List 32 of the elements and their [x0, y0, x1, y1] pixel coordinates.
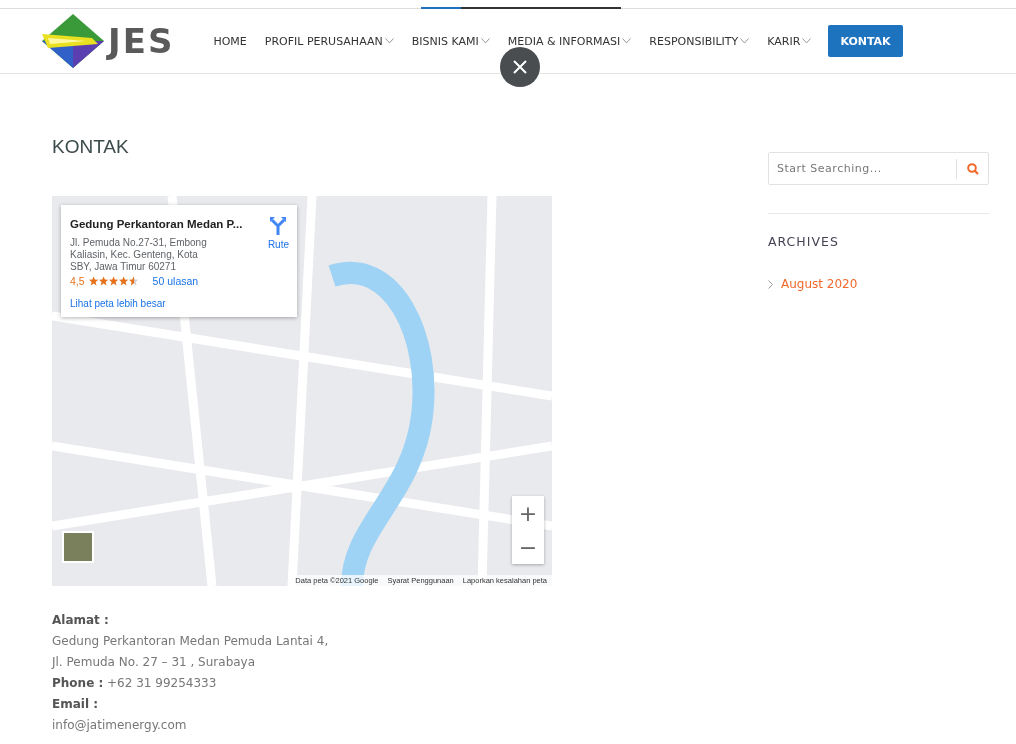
contact-text: Jl. Pemuda No. 27 – 31 , Surabaya: [52, 654, 257, 671]
satellite-thumbnail[interactable]: [62, 531, 94, 563]
nav-link[interactable]: KARIR: [758, 25, 821, 57]
contact-label: Alamat :: [52, 612, 110, 629]
nav-button[interactable]: KONTAK: [828, 25, 903, 57]
chevron-right-icon: [768, 279, 773, 289]
nav-link[interactable]: PROFIL PERUSAHAAN: [255, 25, 403, 57]
larger-map-link[interactable]: Lihat peta lebih besar: [70, 298, 166, 309]
contact-label: Email :: [52, 696, 99, 713]
contact-text: info@jatimenergy.com: [52, 717, 188, 734]
logo-text[interactable]: JES: [108, 21, 175, 61]
rating-value: 4,5: [70, 275, 85, 287]
nav-link[interactable]: BISNIS KAMI: [402, 25, 499, 57]
place-name: Gedung Perkantoran Medan P...: [70, 218, 243, 230]
close-icon: [513, 60, 527, 74]
contact-text: Phone : +62 31 99254333: [52, 675, 218, 692]
close-button[interactable]: [500, 47, 540, 87]
search-icon: [966, 162, 979, 175]
section-heading: ARCHIVES: [768, 234, 840, 249]
nav-link[interactable]: HOME: [204, 25, 256, 57]
place-address: Jl. Pemuda No.27-31, Embong Kaliasin, Kec. Genteng, Kota SBY, Jawa Timur 60271: [70, 237, 208, 273]
page-title: KONTAK: [52, 136, 130, 158]
search-bar[interactable]: Start Searching...: [768, 152, 989, 185]
diamond-logo-icon: [42, 14, 104, 68]
directions-icon: [270, 217, 287, 235]
nav-link[interactable]: MEDIA & INFORMASI: [498, 25, 641, 57]
zoom-out-button[interactable]: −: [512, 530, 544, 564]
nav-link[interactable]: RESPONSIBILITY: [640, 25, 759, 57]
directions-link[interactable]: Rute: [267, 217, 289, 250]
reviews-link[interactable]: 50 ulasan: [152, 275, 199, 287]
contact-text: Gedung Perkantoran Medan Pemuda Lantai 4,: [52, 633, 330, 650]
zoom-in-button[interactable]: +: [512, 496, 544, 530]
